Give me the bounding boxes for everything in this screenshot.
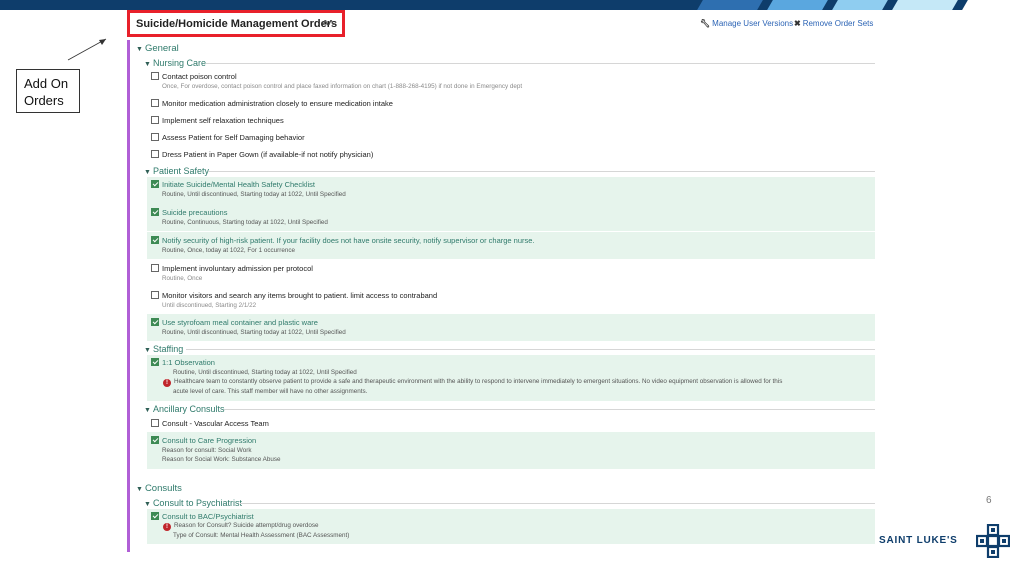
saint-lukes-cross-logo-icon: [976, 524, 1010, 558]
order-detail: Routine, Once: [162, 275, 203, 282]
double-chevron-up-icon[interactable]: ˄˄: [322, 18, 334, 29]
order-bac-psychiatrist[interactable]: Consult to BAC/Psychiatrist: [151, 512, 254, 521]
order-set-title: Suicide/Homicide Management Orders: [136, 18, 338, 30]
checkbox[interactable]: [151, 150, 159, 158]
order-detail: Until discontinued, Starting 2/1/22: [162, 302, 257, 309]
order-one-to-one-observation[interactable]: 1:1 Observation: [151, 358, 215, 367]
checkbox[interactable]: [151, 419, 159, 427]
order-vascular-access-team[interactable]: Consult - Vascular Access Team: [151, 419, 269, 428]
checkbox-checked[interactable]: [151, 512, 159, 520]
subsection-staffing[interactable]: ▼ Staffing: [144, 344, 183, 354]
triangle-down-icon: ▼: [136, 46, 143, 53]
checkbox-checked[interactable]: [151, 236, 159, 244]
triangle-down-icon: ▼: [144, 407, 151, 414]
triangle-down-icon: ▼: [144, 61, 151, 68]
order-detail: Routine, Until discontinued, Starting to…: [162, 191, 346, 198]
order-detail: Routine, Until discontinued, Starting to…: [173, 369, 357, 376]
banner-stripe: [892, 0, 958, 10]
order-paper-gown[interactable]: Dress Patient in Paper Gown (if availabl…: [151, 150, 373, 159]
order-notify-security[interactable]: Notify security of high-risk patient. If…: [151, 236, 535, 245]
manage-user-versions-link[interactable]: 🔧︎ Manage User Versions: [700, 19, 793, 28]
triangle-down-icon: ▼: [144, 501, 151, 508]
checkbox-checked[interactable]: [151, 318, 159, 326]
order-contact-poison-control[interactable]: Contact poison control: [151, 72, 237, 81]
alert-icon: !: [163, 523, 171, 531]
remove-order-sets-link[interactable]: ✖ Remove Order Sets: [794, 19, 873, 28]
order-detail: Routine, Until discontinued, Starting to…: [162, 329, 346, 336]
callout-line-2: Orders: [24, 93, 64, 108]
subsection-ancillary-consults[interactable]: ▼ Ancillary Consults: [144, 404, 224, 414]
banner-stripe: [767, 0, 828, 10]
triangle-down-icon: ▼: [144, 347, 151, 354]
divider: [224, 409, 875, 410]
order-self-relaxation[interactable]: Implement self relaxation techniques: [151, 116, 284, 125]
order-set-side-bar: [127, 40, 130, 552]
slide-page-number: 6: [986, 495, 992, 506]
divider: [206, 63, 875, 64]
order-detail: Once, For overdose, contact poison contr…: [162, 83, 523, 90]
order-warning: ! Healthcare team to constantly observe p…: [163, 378, 782, 387]
divider: [186, 349, 875, 350]
checkbox[interactable]: [151, 72, 159, 80]
section-general[interactable]: ▼ General: [136, 43, 179, 54]
order-set-header[interactable]: Suicide/Homicide Management Orders ˄˄: [127, 10, 345, 37]
banner-stripe: [832, 0, 888, 10]
subsection-patient-safety[interactable]: ▼ Patient Safety: [144, 166, 209, 176]
order-assess-self-damaging[interactable]: Assess Patient for Self Damaging behavio…: [151, 133, 305, 142]
callout-line-1: Add On: [24, 76, 69, 91]
order-monitor-medication[interactable]: Monitor medication administration closel…: [151, 99, 393, 108]
banner-stripe: [962, 0, 1024, 10]
triangle-down-icon: ▼: [136, 486, 143, 493]
order-suicide-precautions[interactable]: Suicide precautions: [151, 208, 227, 217]
section-consults[interactable]: ▼ Consults: [136, 483, 182, 494]
alert-icon: !: [163, 379, 171, 387]
checkbox-checked[interactable]: [151, 436, 159, 444]
subsection-consult-to-psychiatrist[interactable]: ▼ Consult to Psychiatrist: [144, 498, 242, 508]
checkbox[interactable]: [151, 116, 159, 124]
checkbox[interactable]: [151, 264, 159, 272]
order-warning-continued: acute level of care. This staff member w…: [173, 388, 368, 395]
order-warning-continued: Type of Consult: Mental Health Assessmen…: [173, 532, 350, 539]
triangle-down-icon: ▼: [144, 169, 151, 176]
banner-stripe: [697, 0, 763, 10]
divider: [208, 171, 875, 172]
order-monitor-visitors[interactable]: Monitor visitors and search any items br…: [151, 291, 437, 300]
order-care-progression[interactable]: Consult to Care Progression: [151, 436, 256, 445]
order-detail: Routine, Continuous, Starting today at 1…: [162, 219, 328, 226]
top-banner: [0, 0, 1024, 10]
order-involuntary-admission[interactable]: Implement involuntary admission per prot…: [151, 264, 313, 273]
order-row-selected: [147, 205, 875, 231]
order-warning: ! Reason for Consult? Suicide attempt/dru…: [163, 522, 319, 531]
checkbox-checked[interactable]: [151, 358, 159, 366]
order-safety-checklist[interactable]: Initiate Suicide/Mental Health Safety Ch…: [151, 180, 315, 189]
brand-name: SAINT LUKE'S: [879, 535, 958, 546]
callout-box: Add On Orders: [16, 69, 80, 113]
order-detail: Reason for Social Work: Substance Abuse: [162, 456, 281, 463]
checkbox[interactable]: [151, 291, 159, 299]
checkbox-checked[interactable]: [151, 208, 159, 216]
order-detail: Routine, Once, today at 1022, For 1 occu…: [162, 247, 296, 254]
callout-arrow: [67, 38, 107, 61]
wrench-icon: 🔧︎: [700, 19, 711, 28]
divider: [240, 503, 875, 504]
order-styrofoam-container[interactable]: Use styrofoam meal container and plastic…: [151, 318, 318, 327]
checkbox[interactable]: [151, 99, 159, 107]
checkbox-checked[interactable]: [151, 180, 159, 188]
checkbox[interactable]: [151, 133, 159, 141]
close-icon: ✖: [794, 19, 801, 28]
order-detail: Reason for consult: Social Work: [162, 447, 252, 454]
subsection-nursing-care[interactable]: ▼ Nursing Care: [144, 58, 206, 68]
